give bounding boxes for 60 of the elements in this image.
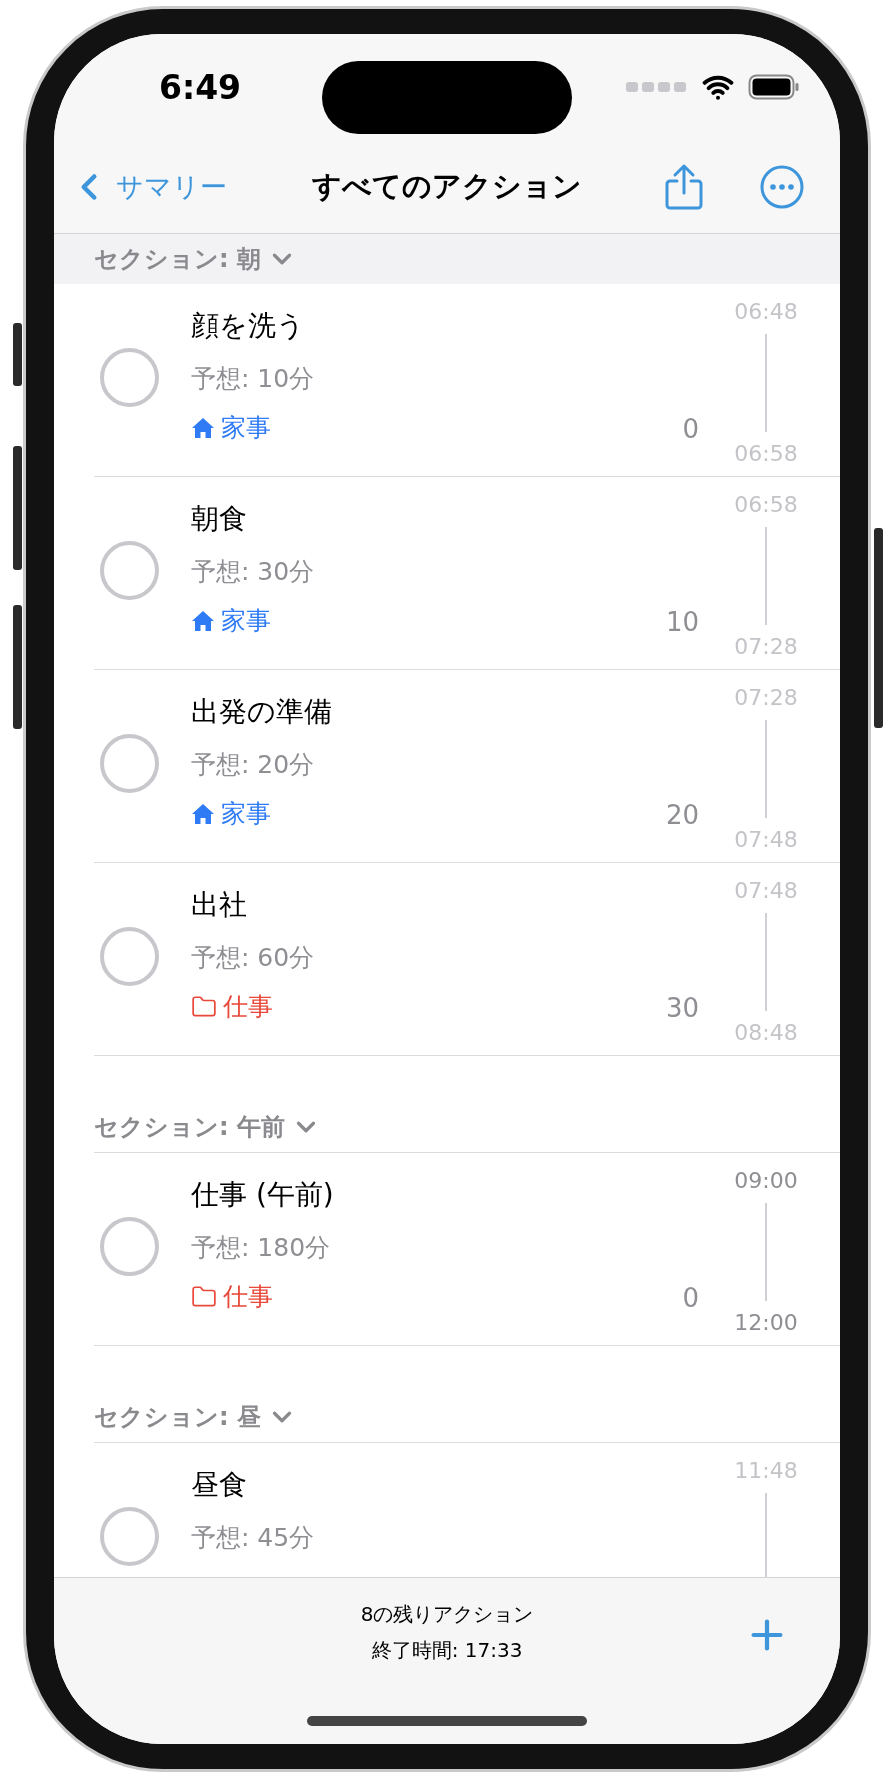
start-time: 09:00 <box>734 1167 798 1195</box>
end-time: 06:58 <box>734 440 798 468</box>
category-label: 仕事 <box>223 991 273 1023</box>
action-row[interactable]: 顔を洗う 予想: 10分 家事 0 06:48 06:58 <box>94 284 840 477</box>
section-title: セクション: 午前 <box>94 1111 285 1143</box>
action-title: 昼食 <box>191 1467 247 1503</box>
done-checkbox[interactable] <box>100 540 159 600</box>
folder-icon <box>191 994 217 1020</box>
action-title: 出社 <box>191 887 247 923</box>
more-button[interactable] <box>760 164 804 209</box>
share-icon <box>664 162 704 211</box>
remaining-count: 8の残りアクション <box>360 1601 534 1628</box>
signal-icon <box>626 82 688 92</box>
end-time-summary: 終了時間: 17:33 <box>371 1637 523 1664</box>
offset-count: 10 <box>665 607 699 637</box>
category-label: 家事 <box>221 605 271 637</box>
folder-icon <box>191 1284 217 1310</box>
house-icon <box>191 610 215 632</box>
section-title: セクション: 昼 <box>94 1401 261 1433</box>
start-time: 07:28 <box>734 684 798 712</box>
done-checkbox[interactable] <box>100 733 159 793</box>
offset-count: 30 <box>665 993 699 1023</box>
action-row[interactable]: 出発の準備 予想: 20分 家事 20 07:28 07:48 <box>94 670 840 863</box>
category-label: 仕事 <box>223 1281 273 1313</box>
expected-duration: 予想: 180分 <box>191 1232 331 1264</box>
expected-duration: 予想: 10分 <box>191 363 315 395</box>
start-time: 11:48 <box>734 1457 798 1485</box>
screen-title: すべてのアクション <box>312 167 582 205</box>
offset-count: 20 <box>665 800 699 830</box>
expected-duration: 予想: 20分 <box>191 749 315 781</box>
action-row[interactable]: 朝食 予想: 30分 家事 10 06:58 07:28 <box>94 477 840 670</box>
offset-count: 0 <box>682 1283 699 1313</box>
category-label: 家事 <box>221 798 271 830</box>
start-time: 07:48 <box>734 877 798 905</box>
expected-duration: 予想: 45分 <box>191 1522 315 1554</box>
start-time: 06:48 <box>734 298 798 326</box>
expected-duration: 予想: 60分 <box>191 942 315 974</box>
house-icon <box>191 803 215 825</box>
status-time: 6:49 <box>159 67 242 107</box>
done-checkbox[interactable] <box>100 347 159 407</box>
done-checkbox[interactable] <box>100 1216 159 1276</box>
action-title: 顔を洗う <box>191 308 305 344</box>
end-time: 07:28 <box>734 633 798 661</box>
action-title: 出発の準備 <box>191 694 332 730</box>
category-label: 家事 <box>221 412 271 444</box>
end-time: 12:00 <box>734 1309 798 1337</box>
done-checkbox[interactable] <box>100 1506 159 1566</box>
end-time: 08:48 <box>734 1019 798 1047</box>
more-icon <box>760 164 804 209</box>
end-time: 07:48 <box>734 826 798 854</box>
expected-duration: 予想: 30分 <box>191 556 315 588</box>
house-icon <box>191 417 215 439</box>
action-title: 朝食 <box>191 501 247 537</box>
share-button[interactable] <box>664 162 704 211</box>
section-title: セクション: 朝 <box>94 244 261 275</box>
offset-count: 0 <box>682 414 699 444</box>
battery-icon <box>748 74 800 100</box>
action-title: 仕事 (午前) <box>191 1177 334 1213</box>
start-time: 06:58 <box>734 491 798 519</box>
done-checkbox[interactable] <box>100 926 159 986</box>
